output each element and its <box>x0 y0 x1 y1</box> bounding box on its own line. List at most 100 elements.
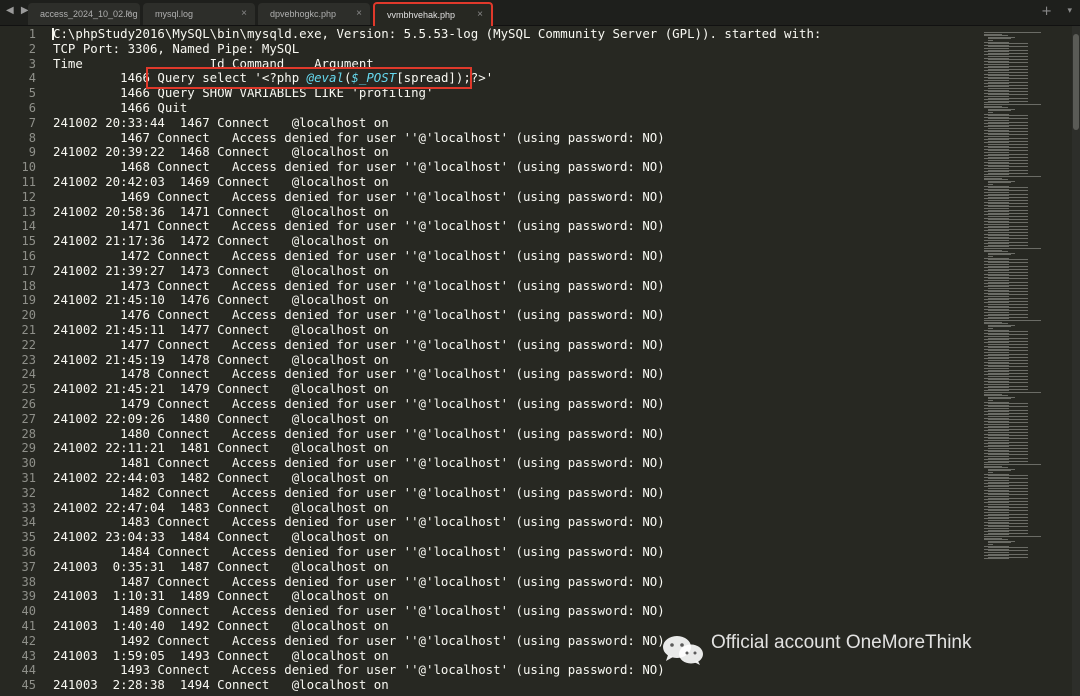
line-number: 21 <box>21 323 36 337</box>
code-line[interactable]: 241002 20:42:03 1469 Connect @localhost … <box>53 174 389 190</box>
code-line[interactable]: 241002 22:09:26 1480 Connect @localhost … <box>53 411 389 427</box>
code-line[interactable]: 1493 Connect Access denied for user ''@'… <box>53 663 665 678</box>
line-number: 19 <box>21 293 36 308</box>
tab-4[interactable]: vvmbhvehak.php × <box>373 2 493 26</box>
code-line[interactable]: 1489 Connect Access denied for user ''@'… <box>53 603 665 619</box>
code-line[interactable]: 241003 2:28:38 1494 Connect @localhost o… <box>53 677 389 693</box>
line-number-gutter: 1 2 3 4 5 6 7 8 9 10 11 12 13 14 15 16 17 18 19 20 21 22 23 24 2… <box>0 26 44 696</box>
line-number: 26 <box>21 397 36 411</box>
vertical-scrollbar[interactable] <box>1072 26 1080 696</box>
line-number: 39 <box>21 589 36 604</box>
line-number: 37 <box>21 559 36 574</box>
line-number: 33 <box>21 500 36 515</box>
code-line[interactable]: 241002 20:33:44 1467 Connect @localhost … <box>53 115 389 131</box>
line-number: 36 <box>21 545 36 559</box>
code-line[interactable]: 1484 Connect Access denied for user ''@'… <box>53 544 665 560</box>
code-line[interactable]: 1473 Connect Access denied for user ''@'… <box>53 278 665 294</box>
line-number: 44 <box>21 663 36 678</box>
code-line[interactable]: 1480 Connect Access denied for user ''@'… <box>53 426 665 442</box>
line-number: 20 <box>21 308 36 323</box>
code-line[interactable]: 241002 21:45:19 1478 Connect @localhost … <box>53 352 389 368</box>
line-number: 12 <box>21 189 36 204</box>
tab-nav-arrows[interactable]: ◀ ▶ <box>6 5 31 16</box>
wechat-icon <box>663 636 703 665</box>
code-line[interactable]: 1476 Connect Access denied for user ''@'… <box>53 307 665 323</box>
code-line[interactable]: 1477 Connect Access denied for user ''@'… <box>53 337 665 353</box>
line-number: 2 <box>28 41 36 56</box>
code-line[interactable]: 241002 21:17:36 1472 Connect @localhost … <box>53 233 389 249</box>
scrollbar-thumb[interactable] <box>1073 34 1079 130</box>
line-number: 13 <box>21 204 36 219</box>
code-line[interactable]: TCP Port: 3306, Named Pipe: MySQL <box>53 41 299 57</box>
line-number: 25 <box>21 382 36 397</box>
line-number: 7 <box>28 115 36 130</box>
line-number: 17 <box>21 263 36 278</box>
code-area[interactable]: C:\phpStudy2016\MySQL\bin\mysqld.exe, Ve… <box>53 26 978 696</box>
line-number: 29 <box>21 441 36 456</box>
line-number: 38 <box>21 574 36 589</box>
line-number: 9 <box>28 145 36 160</box>
code-line[interactable]: 1479 Connect Access denied for user ''@'… <box>53 396 665 412</box>
code-line[interactable]: 241002 20:58:36 1471 Connect @localhost … <box>53 204 389 220</box>
line-number: 4 <box>28 71 36 86</box>
code-line[interactable]: 241002 23:04:33 1484 Connect @localhost … <box>53 529 389 545</box>
close-icon[interactable]: × <box>477 9 483 20</box>
code-line[interactable]: 241003 1:59:05 1493 Connect @localhost o… <box>53 648 389 664</box>
code-line[interactable]: 1468 Connect Access denied for user ''@'… <box>53 159 665 175</box>
code-line[interactable]: 1466 Quit <box>53 100 187 116</box>
code-line[interactable]: 241002 21:39:27 1473 Connect @localhost … <box>53 263 389 279</box>
code-line[interactable]: 241002 21:45:21 1479 Connect @localhost … <box>53 381 389 397</box>
code-line[interactable]: 241003 1:10:31 1489 Connect @localhost o… <box>53 589 389 604</box>
text-cursor <box>52 28 54 40</box>
code-line[interactable]: 1467 Connect Access denied for user ''@'… <box>53 130 665 146</box>
code-line[interactable]: 241002 21:45:10 1476 Connect @localhost … <box>53 293 389 308</box>
code-line[interactable]: 241002 22:47:04 1483 Connect @localhost … <box>53 500 389 516</box>
minimap-line <box>984 558 1009 560</box>
watermark-text: Official account OneMoreThink <box>711 632 972 653</box>
tab-2[interactable]: mysql.log × <box>143 3 255 25</box>
tab-label: access_2024_10_02.log <box>40 9 138 19</box>
close-icon[interactable]: × <box>241 8 247 19</box>
line-number: 15 <box>21 234 36 249</box>
code-line[interactable]: C:\phpStudy2016\MySQL\bin\mysqld.exe, Ve… <box>53 26 821 42</box>
code-line[interactable]: 241003 0:35:31 1487 Connect @localhost o… <box>53 559 389 575</box>
close-icon[interactable]: × <box>356 8 362 19</box>
code-line[interactable]: 241002 21:45:11 1477 Connect @localhost … <box>53 322 389 338</box>
line-number: 23 <box>21 352 36 367</box>
line-number: 40 <box>21 604 36 619</box>
editor-pane[interactable]: 1 2 3 4 5 6 7 8 9 10 11 12 13 14 15 16 17 18 19 20 21 22 23 24 2… <box>0 26 980 696</box>
tab-1[interactable]: access_2024_10_02.log × <box>28 3 140 25</box>
line-number: 5 <box>28 86 36 101</box>
code-line[interactable]: 1481 Connect Access denied for user ''@'… <box>53 455 665 471</box>
code-line[interactable]: 1472 Connect Access denied for user ''@'… <box>53 248 665 264</box>
tab-label: mysql.log <box>155 9 194 19</box>
code-line[interactable]: 1492 Connect Access denied for user ''@'… <box>53 633 665 649</box>
line-number: 24 <box>21 367 36 382</box>
code-line[interactable]: 241003 1:40:40 1492 Connect @localhost o… <box>53 618 389 634</box>
line-number: 1 <box>28 27 36 41</box>
code-line[interactable]: 241002 20:39:22 1468 Connect @localhost … <box>53 145 389 160</box>
code-line[interactable]: 1483 Connect Access denied for user ''@'… <box>53 515 665 530</box>
tab-3[interactable]: dpvebhogkc.php × <box>258 3 370 25</box>
line-number: 41 <box>21 619 36 633</box>
line-number: 14 <box>21 219 36 234</box>
tab-label: dpvebhogkc.php <box>270 9 337 19</box>
code-line[interactable]: 1482 Connect Access denied for user ''@'… <box>53 485 665 501</box>
watermark: Official account OneMoreThink <box>655 626 995 670</box>
code-line[interactable]: 1478 Connect Access denied for user ''@'… <box>53 367 665 382</box>
code-line[interactable]: 1487 Connect Access denied for user ''@'… <box>53 574 665 590</box>
line-number: 6 <box>28 101 36 115</box>
new-tab-button[interactable]: + <box>1041 4 1052 19</box>
code-line[interactable]: 1471 Connect Access denied for user ''@'… <box>53 219 665 234</box>
line-number: 45 <box>21 678 36 693</box>
tab-dropdown-icon[interactable]: ▾ <box>1067 6 1072 16</box>
highlight-annotation-box <box>146 67 472 89</box>
line-number: 10 <box>21 160 36 175</box>
line-number: 16 <box>21 249 36 263</box>
code-line[interactable]: 1469 Connect Access denied for user ''@'… <box>53 189 665 205</box>
line-number: 3 <box>28 56 36 71</box>
code-line[interactable]: 241002 22:11:21 1481 Connect @localhost … <box>53 441 389 456</box>
minimap[interactable] <box>980 26 1070 696</box>
code-line[interactable]: 241002 22:44:03 1482 Connect @localhost … <box>53 470 389 486</box>
close-icon[interactable]: × <box>126 8 132 19</box>
